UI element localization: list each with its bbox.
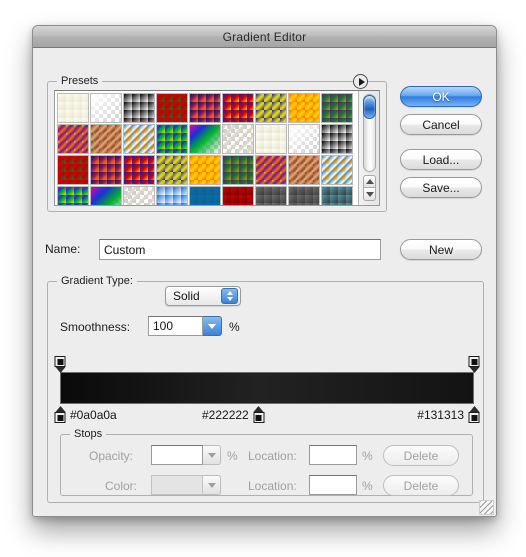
scrollbar-thumb[interactable] xyxy=(363,95,376,119)
preset-swatch-red-dark[interactable] xyxy=(222,186,254,205)
color-location-input[interactable] xyxy=(309,475,357,495)
presets-scrollbar[interactable] xyxy=(358,91,379,205)
name-input[interactable]: Custom xyxy=(99,239,381,260)
opacity-unit: % xyxy=(227,449,238,463)
presets-swatch-grid xyxy=(57,93,358,205)
preset-swatch-grey-fade-2[interactable] xyxy=(288,186,320,205)
titlebar[interactable]: Gradient Editor xyxy=(33,26,496,48)
opacity-delete-button[interactable]: Delete xyxy=(383,445,459,466)
color-stop-1[interactable] xyxy=(54,406,67,423)
smoothness-unit: % xyxy=(229,320,240,334)
presets-legend: Presets xyxy=(57,75,103,87)
opacity-location-label: Location: xyxy=(248,449,297,463)
preset-swatch-grey-fade[interactable] xyxy=(255,186,287,205)
load-button[interactable]: Load... xyxy=(400,149,482,170)
color-chevron-down-icon[interactable] xyxy=(203,475,221,495)
preset-swatch-black-white[interactable] xyxy=(123,93,155,123)
name-label: Name: xyxy=(45,242,81,256)
preset-swatch-transparent-stripes-2[interactable] xyxy=(123,186,155,205)
preset-swatch-blue-white[interactable] xyxy=(156,186,188,205)
stepper-up-down-icon[interactable] xyxy=(221,288,238,304)
preset-swatch-violet-orange[interactable] xyxy=(189,93,221,123)
preset-swatch-transparent-rainbow[interactable] xyxy=(189,124,221,154)
color-stop-1-hex-label: #0a0a0a xyxy=(70,408,117,422)
preset-swatch-chrome-2[interactable] xyxy=(321,155,353,185)
preset-swatch-blue-red-yellow-2[interactable] xyxy=(123,155,155,185)
gradient-type-group: Gradient Type: Solid Smoothness: 100 % #… xyxy=(47,275,484,503)
color-label: Color: xyxy=(105,479,138,493)
preset-swatch-spectrum[interactable] xyxy=(156,124,188,154)
gradient-type-select[interactable]: Solid xyxy=(165,286,241,306)
preset-swatch-chrome[interactable] xyxy=(123,124,155,154)
ok-button[interactable]: OK xyxy=(400,86,482,107)
preset-swatch-orange-yellow-orange-2[interactable] xyxy=(189,155,221,185)
preset-swatch-blue-yellow-blue[interactable] xyxy=(255,93,287,123)
opacity-location-input[interactable] xyxy=(309,445,357,465)
smoothness-label: Smoothness: xyxy=(60,320,131,334)
presets-group: Presets xyxy=(47,74,387,212)
smoothness-input[interactable]: 100 xyxy=(148,316,203,336)
preset-swatch-copper-2[interactable] xyxy=(288,155,320,185)
color-stop-2-hex-label: #222222 xyxy=(202,408,249,422)
preset-swatch-blue-red-yellow[interactable] xyxy=(222,93,254,123)
opacity-location-unit: % xyxy=(362,449,373,463)
color-stop-3[interactable] xyxy=(468,406,481,423)
color-delete-button[interactable]: Delete xyxy=(383,475,459,496)
opacity-input[interactable] xyxy=(151,445,203,465)
preset-swatch-spectrum-2[interactable] xyxy=(57,186,89,205)
preset-swatch-foreground-to-transparent[interactable] xyxy=(90,93,122,123)
preset-swatch-black-white-2[interactable] xyxy=(321,124,353,154)
preset-swatch-foreground-to-transparent-2[interactable] xyxy=(288,124,320,154)
preset-swatch-foreground-to-background-2[interactable] xyxy=(255,124,287,154)
smoothness-chevron-down-icon[interactable] xyxy=(203,316,222,336)
color-location-label: Location: xyxy=(248,479,297,493)
preset-swatch-violet-green-orange[interactable] xyxy=(321,93,353,123)
preset-swatch-red-green[interactable] xyxy=(156,93,188,123)
stops-group: Stops Opacity: % Location: % Delete Colo… xyxy=(60,428,473,497)
scroll-down-arrow-icon[interactable] xyxy=(363,188,376,201)
gradient-type-legend-wrap: Gradient Type: xyxy=(57,275,137,287)
preset-swatch-transparent-rainbow-2[interactable] xyxy=(90,186,122,205)
color-stop-2[interactable] xyxy=(252,406,265,423)
preset-swatch-yellow-violet-orange-blue[interactable] xyxy=(57,124,89,154)
color-stop-3-hex-label: #131313 xyxy=(417,408,464,422)
dialog-body: Presets OK Cancel Load... Save... New Na… xyxy=(33,48,496,516)
new-button[interactable]: New xyxy=(400,239,482,260)
preset-swatch-violet-orange-2[interactable] xyxy=(90,155,122,185)
preset-swatch-orange-yellow-orange[interactable] xyxy=(288,93,320,123)
stops-legend: Stops xyxy=(70,428,107,440)
opacity-label: Opacity: xyxy=(89,449,134,463)
scroll-up-arrow-icon[interactable] xyxy=(363,175,376,188)
resize-grip[interactable] xyxy=(479,500,494,515)
preset-swatch-foreground-to-background[interactable] xyxy=(57,93,89,123)
save-button[interactable]: Save... xyxy=(400,177,482,198)
presets-swatch-area[interactable] xyxy=(55,91,358,205)
cancel-button[interactable]: Cancel xyxy=(400,114,482,135)
gradient-editor-dialog: Gradient Editor Presets OK Cancel Load..… xyxy=(32,25,497,517)
opacity-stop-right[interactable] xyxy=(468,356,481,373)
preset-swatch-blue-yellow-blue-2[interactable] xyxy=(156,155,188,185)
opacity-stop-left[interactable] xyxy=(54,356,67,373)
opacity-chevron-down-icon[interactable] xyxy=(203,445,221,465)
preset-swatch-steel-blue[interactable] xyxy=(189,186,221,205)
preset-swatch-teal-grey[interactable] xyxy=(321,186,353,205)
preset-swatch-transparent-stripes[interactable] xyxy=(222,124,254,154)
gradient-preview-bar[interactable] xyxy=(60,372,474,404)
preset-swatch-violet-green-orange-2[interactable] xyxy=(222,155,254,185)
preset-swatch-copper[interactable] xyxy=(90,124,122,154)
gradient-type-value: Solid xyxy=(173,289,200,303)
window-title: Gradient Editor xyxy=(222,29,307,44)
screen: Gradient Editor Presets OK Cancel Load..… xyxy=(0,0,526,557)
preset-swatch-red-green-2[interactable] xyxy=(57,155,89,185)
gradient-type-label: Gradient Type: xyxy=(61,275,133,287)
color-stop-row: Color: Location: % Delete xyxy=(61,475,472,497)
preset-swatch-yellow-violet-orange-blue-2[interactable] xyxy=(255,155,287,185)
presets-well xyxy=(54,90,380,206)
presets-flyout-icon[interactable] xyxy=(353,74,368,89)
opacity-stop-row: Opacity: % Location: % Delete xyxy=(61,445,472,467)
color-location-unit: % xyxy=(362,479,373,493)
color-swatch-input[interactable] xyxy=(151,475,203,495)
